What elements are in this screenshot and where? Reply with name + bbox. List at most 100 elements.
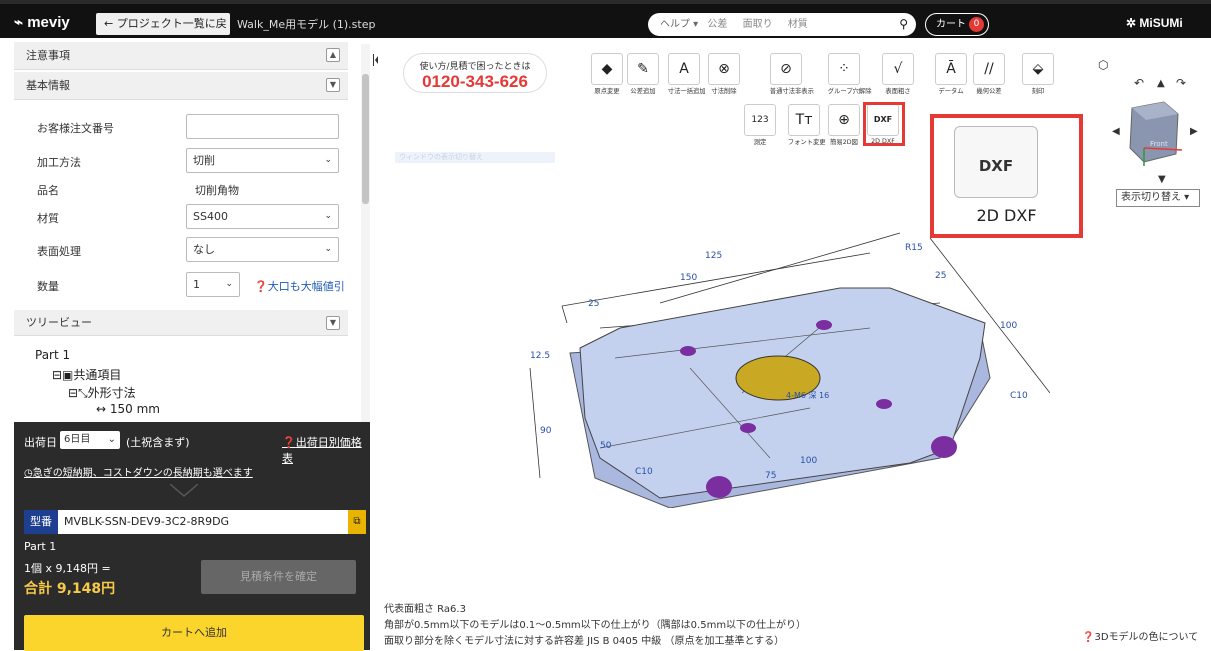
tool-datum[interactable]: Ā データム [933, 53, 969, 96]
arrow-right-icon[interactable]: ▶ [1190, 126, 1198, 137]
add-to-cart-button[interactable]: カートへ追加 [24, 615, 364, 651]
process-method-select[interactable]: 切削 ⌄ [186, 148, 339, 173]
cart-button[interactable]: カート 0 [925, 13, 989, 36]
part-number-tag: 型番 [24, 510, 58, 534]
dim-label: 125 [705, 251, 722, 261]
material-select[interactable]: SS400 ⌄ [186, 204, 339, 229]
material-label: 材質 [37, 212, 59, 225]
simple-2d-icon: ⊕ [828, 104, 860, 136]
home-cube-icon[interactable]: ⬡ [1098, 58, 1108, 72]
view-switch-dropdown[interactable]: 表示切り替え ▾ [1116, 189, 1200, 207]
dim-x-icon: ↔ [96, 402, 110, 416]
tree-root[interactable]: Part 1 [35, 348, 70, 362]
side-hole [706, 476, 732, 498]
tree-item-outer-dims[interactable]: ⊟⤡外形寸法 [68, 384, 136, 401]
tool-hide-dimension[interactable]: ⊘ 普通寸法非表示 [768, 53, 814, 96]
section-basic-info[interactable]: 基本情報 ▼ [14, 72, 348, 100]
dim-label: 90 [540, 426, 552, 436]
dim-label: 50 [600, 441, 612, 451]
chevron-down-icon: ⌄ [107, 434, 116, 445]
tool-font-change[interactable]: Tт フォント変更 [786, 104, 826, 147]
chevron-down-icon: ⌄ [324, 211, 332, 221]
help-dropdown[interactable]: ヘルプ ▾ [660, 19, 698, 30]
tree-item-common[interactable]: ⊟▣共通項目 [52, 366, 121, 383]
faint-caption: ウィンドウの表示切り替え [395, 152, 555, 163]
order-number-input[interactable] [186, 114, 339, 139]
item-name-label: 品名 [37, 184, 59, 197]
tool-geometric-tolerance[interactable]: //幾何公差 [971, 53, 1007, 96]
tool-measure[interactable]: 123 測定 [742, 104, 778, 147]
dimension-bulk-icon: A [668, 53, 700, 85]
confirm-quote-button[interactable]: 見積条件を確定 [201, 560, 356, 594]
meviy-logo[interactable]: ⌁ meviy [14, 13, 70, 31]
order-summary: 出荷日 6日目 ⌄ (土祝含まず) ❓出荷日別価格表 ◷急ぎの短納期、コストダウン… [14, 422, 370, 651]
cube-icon: ⊟▣ [52, 368, 74, 382]
tool-engrave[interactable]: ⬙ 刻印 [1020, 53, 1056, 96]
dim-label: 25 [588, 299, 599, 309]
dim-label: C10 [1010, 391, 1028, 401]
corner-finish-note: 角部が0.5mm以下のモデルは0.1〜0.5mm以下の仕上がり（隅部は0.5mm… [384, 620, 807, 631]
search-icon[interactable]: ⚲ [899, 13, 908, 36]
left-panel: 注意事項 ▲ 基本情報 ▼ お客様注文番号 加工方法 切削 ⌄ 品名 切削角物 材… [0, 38, 370, 422]
help-search-bar[interactable]: ヘルプ ▾ 公差 面取り 材質 ⚲ [648, 13, 916, 36]
expand-panel-icon[interactable] [372, 52, 380, 71]
help-icon: ❓ [282, 436, 296, 449]
process-method-label: 加工方法 [37, 156, 81, 169]
support-phone: 使い方/見積で困ったときは 0120-343-626 [403, 53, 547, 93]
arrow-up-icon[interactable]: ▲ [1157, 78, 1165, 89]
back-to-projects-button[interactable]: ← プロジェクト一覧に戻る [96, 13, 230, 52]
search-term: 面取り [742, 19, 773, 30]
unit-price: 1個 x 9,148円 = [24, 562, 111, 575]
origin-icon: ◆ [591, 53, 623, 85]
tool-dimension-delete[interactable]: ⊗ 寸法削除 [706, 53, 742, 96]
surface-label: 表面処理 [37, 245, 81, 258]
3d-viewer[interactable]: 使い方/見積で困ったときは 0120-343-626 ウィンドウの表示切り替え … [370, 38, 1211, 650]
misumi-logo[interactable]: ✲ MiSUMi [1126, 16, 1183, 30]
price-table-link[interactable]: ❓出荷日別価格表 [282, 434, 370, 466]
cart-label: カート [936, 19, 966, 30]
tool-origin-change[interactable]: ◆ 原点変更 [589, 53, 625, 96]
tool-group-hole[interactable]: ⁘ グループ穴解除 [826, 53, 872, 96]
search-term: 公差 [707, 19, 728, 30]
surface-select[interactable]: なし ⌄ [186, 237, 339, 262]
ship-date-note: (土祝含まず) [126, 436, 190, 449]
left-panel-scrollbar[interactable] [361, 44, 370, 422]
tree-item-dim-x[interactable]: ↔ 150 mm [96, 402, 160, 416]
scroll-thumb[interactable] [362, 74, 369, 204]
model-color-help-link[interactable]: ❓3Dモデルの色について [1082, 628, 1198, 643]
tapped-hole [816, 320, 832, 330]
quantity-select[interactable]: 1 ⌄ [186, 272, 240, 297]
misumi-icon: ✲ [1126, 16, 1140, 30]
font-icon: Tт [788, 104, 820, 136]
tool-tolerance-add[interactable]: ✎ 公差追加 [625, 53, 661, 96]
ship-date-select[interactable]: 6日目 ⌄ [60, 431, 120, 449]
quantity-label: 数量 [37, 280, 59, 293]
section-tree-view[interactable]: ツリービュー ▼ [14, 310, 348, 336]
chevron-down-icon[interactable]: ▼ [326, 316, 340, 330]
bulk-discount-link[interactable]: ❓大口も大幅値引 [254, 278, 345, 294]
logo-text: meviy [27, 14, 70, 31]
arrow-down-icon[interactable]: ▼ [1158, 174, 1166, 185]
copy-icon[interactable]: ⧉ [348, 510, 366, 534]
chevron-up-icon[interactable]: ▲ [326, 48, 340, 62]
arrow-down-notch [170, 484, 198, 497]
dim-label: 12.5 [530, 351, 550, 361]
lead-time-link[interactable]: ◷急ぎの短納期、コストダウンの長納期も選べます [24, 464, 253, 479]
rotate-left-icon[interactable]: ↶ [1134, 76, 1144, 90]
arrow-left-icon[interactable]: ◀ [1112, 126, 1120, 137]
rotate-right-icon[interactable]: ↷ [1176, 76, 1186, 90]
part-number-field[interactable]: 型番 MVBLK-SSN-DEV9-3C2-8R9DG ⧉ [24, 510, 366, 534]
dim-label: 25 [935, 271, 946, 281]
view-cube[interactable]: Front [1122, 98, 1186, 170]
top-bar: ⌁ meviy ← プロジェクト一覧に戻る Walk_Me用モデル (1).st… [0, 0, 1211, 52]
tool-dimension-bulk[interactable]: A 寸法一括追加 [666, 53, 706, 96]
tool-simple-2d[interactable]: ⊕ 簡易2D図 [826, 104, 862, 147]
dim-label: R15 [905, 243, 923, 253]
section-notes[interactable]: 注意事項 ▲ [14, 42, 348, 70]
dim-label: 100 [800, 456, 817, 466]
part-3d-model[interactable]: 125 150 25 R15 25 100 12.5 C10 90 50 C10… [510, 208, 1050, 508]
dxf-large-icon: DXF [954, 126, 1038, 198]
tool-roughness[interactable]: √ 表面粗さ [880, 53, 916, 96]
chevron-down-icon[interactable]: ▼ [326, 78, 340, 92]
chevron-down-icon: ⌄ [324, 244, 332, 254]
